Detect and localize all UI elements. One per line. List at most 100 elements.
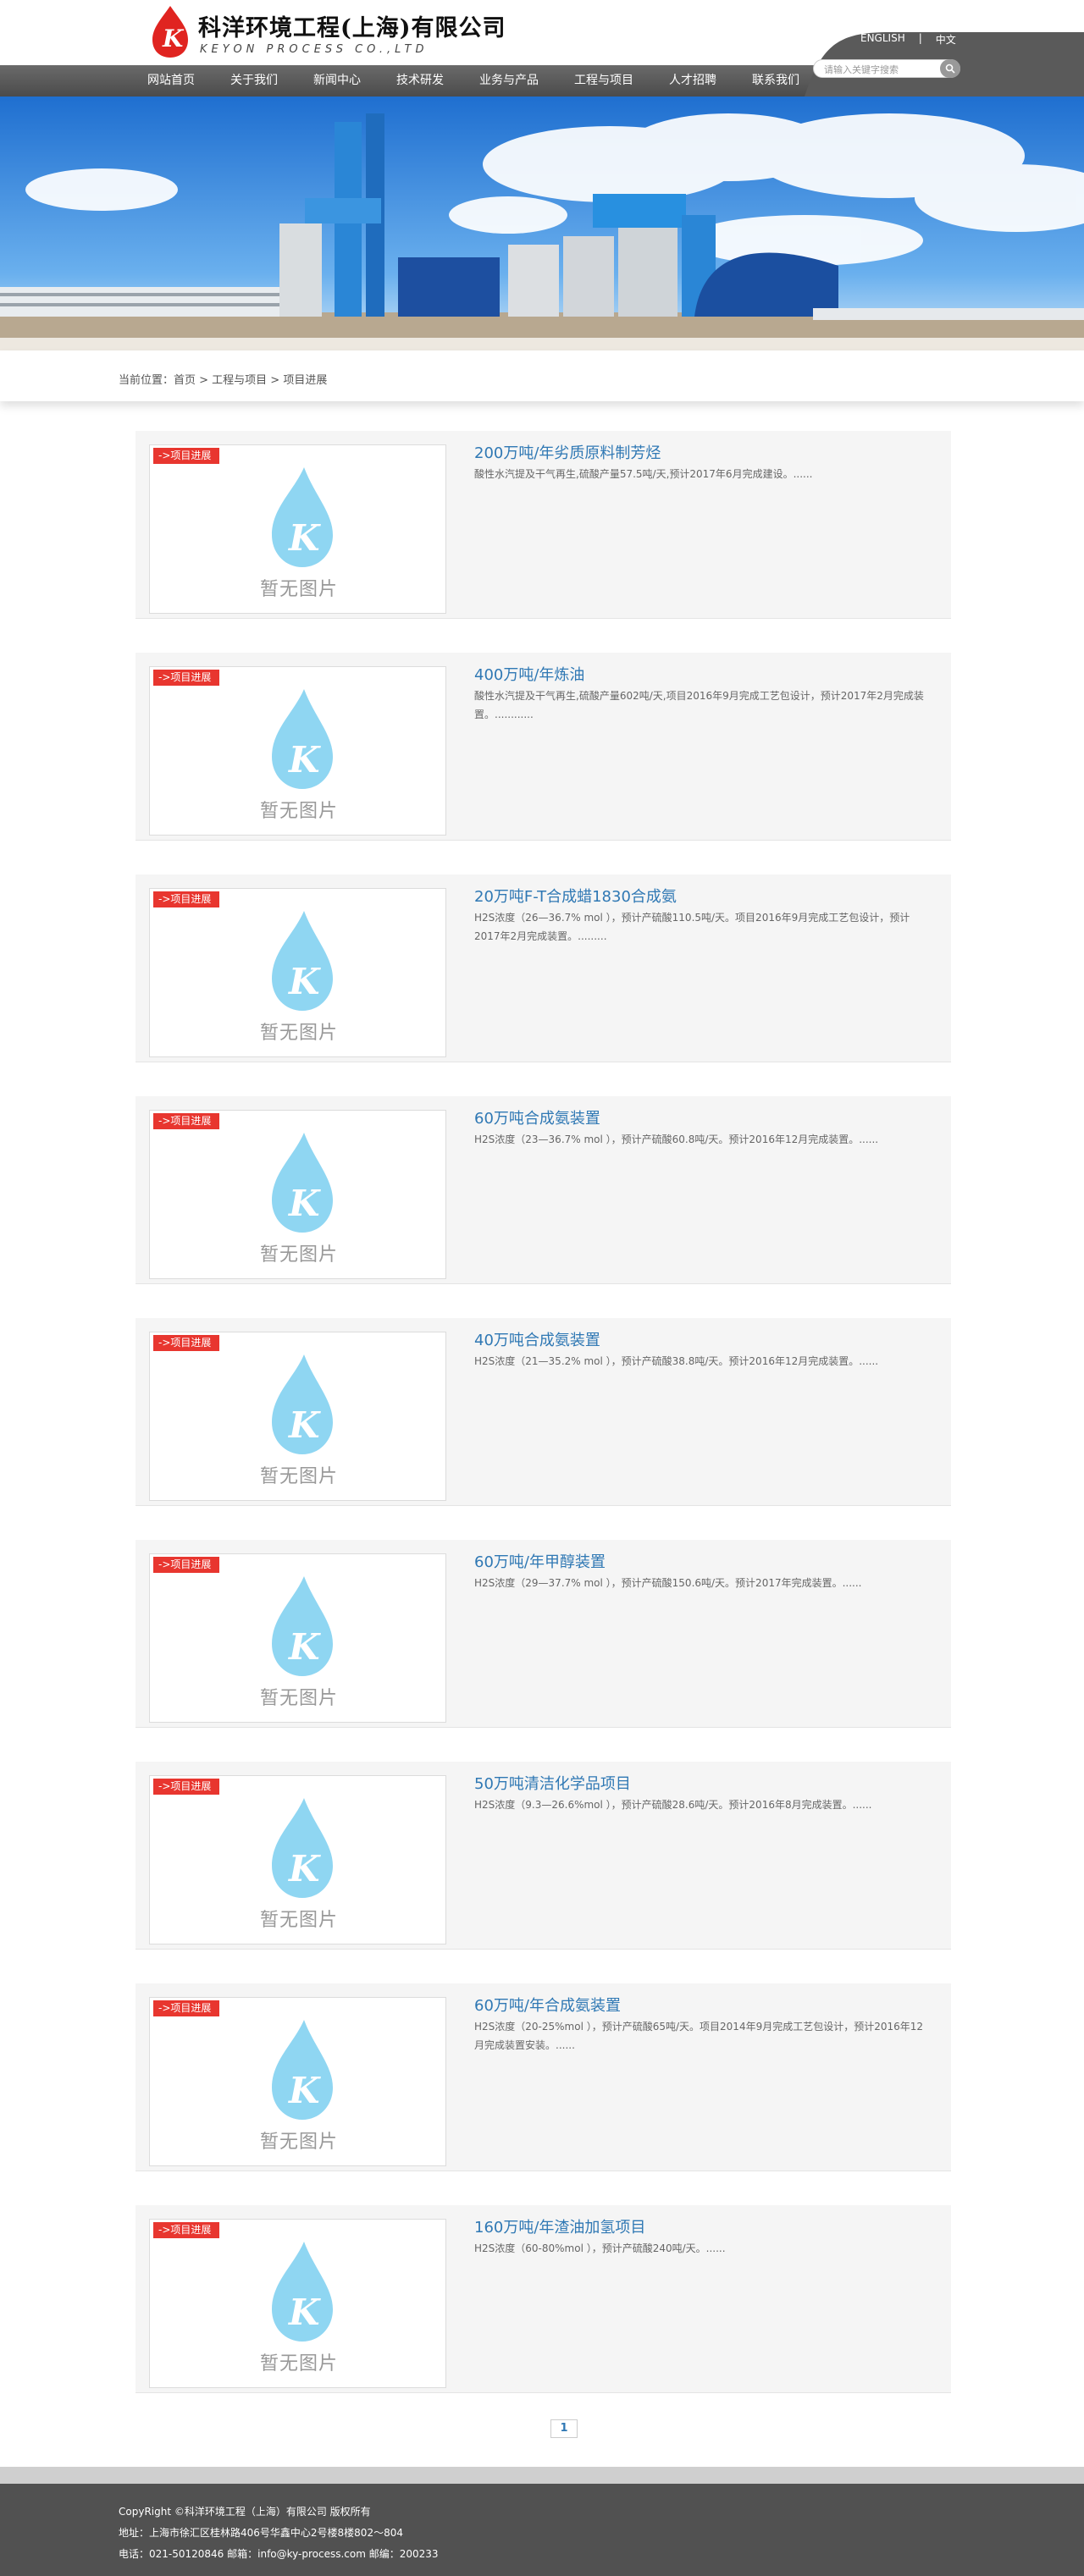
project-description: H2S浓度（21—35.2% mol ），预计产硫酸38.8吨/天。预计2016… xyxy=(474,1355,879,1367)
list-item: ->项目进展 K 暂无图片 400万吨/年炼油 酸性水汽提及干气再生,硫酸产量6… xyxy=(136,653,951,841)
no-image-placeholder: K 暂无图片 xyxy=(255,1353,343,1488)
project-thumbnail[interactable]: ->项目进展 K 暂无图片 xyxy=(149,1553,446,1723)
no-image-text: 暂无图片 xyxy=(259,2132,338,2153)
list-item: ->项目进展 K 暂无图片 50万吨清洁化学品项目 H2S浓度（9.3—26.6… xyxy=(136,1762,951,1950)
project-list: ->项目进展 K 暂无图片 200万吨/年劣质原料制芳烃 酸性水汽提及干气再生,… xyxy=(136,431,951,2427)
search-icon xyxy=(945,63,955,74)
project-title[interactable]: 160万吨/年渣油加氢项目 xyxy=(474,2215,645,2237)
drop-k-icon: K xyxy=(272,911,333,1011)
project-tag: ->项目进展 xyxy=(153,1557,220,1573)
drop-k-icon: K xyxy=(272,1798,333,1898)
company-name-cn: 科洋环境工程(上海)有限公司 xyxy=(198,15,506,41)
banner-image xyxy=(0,97,1084,350)
svg-text:K: K xyxy=(288,1626,321,1668)
nav-item-projects[interactable]: 工程与项目 xyxy=(562,65,645,97)
list-item: ->项目进展 K 暂无图片 160万吨/年渣油加氢项目 H2S浓度（60-80%… xyxy=(136,2205,951,2393)
no-image-placeholder: K 暂无图片 xyxy=(255,909,343,1045)
project-thumbnail[interactable]: ->项目进展 K 暂无图片 xyxy=(149,444,446,614)
project-tag: ->项目进展 xyxy=(153,1113,220,1129)
project-thumbnail[interactable]: ->项目进展 K 暂无图片 xyxy=(149,1110,446,1279)
project-title[interactable]: 60万吨/年甲醇装置 xyxy=(474,1550,606,1572)
project-thumbnail[interactable]: ->项目进展 K 暂无图片 xyxy=(149,1775,446,1944)
main-nav: 网站首页 关于我们 新闻中心 技术研发 业务与产品 工程与项目 人才招聘 联系我… xyxy=(136,65,811,97)
nav-item-contact[interactable]: 联系我们 xyxy=(740,65,811,97)
list-item: ->项目进展 K 暂无图片 60万吨合成氨装置 H2S浓度（23—36.7% m… xyxy=(136,1096,951,1284)
list-item: ->项目进展 K 暂无图片 60万吨/年合成氨装置 H2S浓度（20-25%mo… xyxy=(136,1983,951,2171)
project-tag: ->项目进展 xyxy=(153,2222,220,2238)
project-tag: ->项目进展 xyxy=(153,1335,220,1351)
project-tag: ->项目进展 xyxy=(153,670,220,686)
project-description: H2S浓度（60-80%mol ），预计产硫酸240吨/天。...... xyxy=(474,2242,726,2254)
project-title[interactable]: 60万吨合成氨装置 xyxy=(474,1106,600,1128)
list-item: ->项目进展 K 暂无图片 60万吨/年甲醇装置 H2S浓度（29—37.7% … xyxy=(136,1540,951,1728)
list-item: ->项目进展 K 暂无图片 40万吨合成氨装置 H2S浓度（21—35.2% m… xyxy=(136,1318,951,1506)
project-description: 酸性水汽提及干气再生,硫酸产量57.5吨/天,预计2017年6月完成建设。...… xyxy=(474,468,813,480)
drop-k-icon: K xyxy=(272,1133,333,1233)
list-item: ->项目进展 K 暂无图片 200万吨/年劣质原料制芳烃 酸性水汽提及干气再生,… xyxy=(136,431,951,619)
project-title[interactable]: 20万吨F-T合成蜡1830合成氨 xyxy=(474,885,677,907)
svg-text:K: K xyxy=(288,2070,321,2111)
project-description: H2S浓度（26—36.7% mol ），预计产硫酸110.5吨/天。项目201… xyxy=(474,912,910,942)
no-image-text: 暂无图片 xyxy=(259,1244,338,1266)
project-tag: ->项目进展 xyxy=(153,891,220,907)
project-title[interactable]: 60万吨/年合成氨装置 xyxy=(474,1994,621,2016)
svg-text:K: K xyxy=(288,739,321,781)
footer-copyright: CopyRight ©科洋环境工程（上海）有限公司 版权所有 xyxy=(119,2506,371,2518)
project-tag: ->项目进展 xyxy=(153,1779,220,1795)
project-thumbnail[interactable]: ->项目进展 K 暂无图片 xyxy=(149,1997,446,2166)
nav-item-rnd[interactable]: 技术研发 xyxy=(384,65,456,97)
drop-k-icon: K xyxy=(272,2020,333,2120)
project-title[interactable]: 400万吨/年炼油 xyxy=(474,663,584,685)
no-image-placeholder: K 暂无图片 xyxy=(255,687,343,823)
lang-separator: | xyxy=(918,32,922,44)
logo-flame-icon: K xyxy=(152,6,188,58)
project-thumbnail[interactable]: ->项目进展 K 暂无图片 xyxy=(149,888,446,1057)
no-image-placeholder: K 暂无图片 xyxy=(255,2018,343,2154)
no-image-placeholder: K 暂无图片 xyxy=(255,466,343,601)
site-logo[interactable]: K 科洋环境工程(上海)有限公司 KEYON PROCESS CO.,LTD xyxy=(151,4,523,60)
footer-address: 地址：上海市徐汇区桂林路406号华鑫中心2号楼8楼802～804 xyxy=(119,2527,403,2539)
lang-chinese-link[interactable]: 中文 xyxy=(936,32,956,47)
no-image-text: 暂无图片 xyxy=(259,801,338,822)
search-input[interactable]: 请输入关键字搜索 xyxy=(813,59,960,78)
project-description: H2S浓度（23—36.7% mol ），预计产硫酸60.8吨/天。预计2016… xyxy=(474,1134,879,1145)
project-title[interactable]: 40万吨合成氨装置 xyxy=(474,1328,600,1350)
nav-item-about[interactable]: 关于我们 xyxy=(218,65,290,97)
search-button[interactable] xyxy=(940,59,960,78)
project-description: H2S浓度（20-25%mol ），预计产硫酸65吨/天。项目2014年9月完成… xyxy=(474,2021,924,2051)
project-title[interactable]: 50万吨清洁化学品项目 xyxy=(474,1772,631,1794)
footer-contact: 电话：021-50120846 邮箱：info@ky-process.com 邮… xyxy=(119,2548,439,2560)
svg-text:K: K xyxy=(288,1404,321,1446)
drop-k-icon: K xyxy=(272,467,333,567)
project-thumbnail[interactable]: ->项目进展 K 暂无图片 xyxy=(149,666,446,836)
no-image-text: 暂无图片 xyxy=(259,1688,338,1709)
no-image-text: 暂无图片 xyxy=(259,579,338,600)
drop-k-icon: K xyxy=(272,1576,333,1676)
no-image-placeholder: K 暂无图片 xyxy=(255,1575,343,1710)
nav-item-news[interactable]: 新闻中心 xyxy=(301,65,373,97)
footer-stripe xyxy=(0,2467,1084,2484)
nav-item-home[interactable]: 网站首页 xyxy=(136,65,207,97)
footer-info: CopyRight ©科洋环境工程（上海）有限公司 版权所有 地址：上海市徐汇区… xyxy=(119,2502,439,2565)
project-thumbnail[interactable]: ->项目进展 K 暂无图片 xyxy=(149,2219,446,2388)
project-description: 酸性水汽提及干气再生,硫酸产量602吨/天,项目2016年9月完成工艺包设计，预… xyxy=(474,690,924,720)
no-image-placeholder: K 暂无图片 xyxy=(255,1796,343,1932)
language-switch: ENGLISH | 中文 xyxy=(860,32,956,47)
no-image-text: 暂无图片 xyxy=(259,1023,338,1044)
svg-text:K: K xyxy=(288,961,321,1002)
nav-item-careers[interactable]: 人才招聘 xyxy=(657,65,728,97)
project-title[interactable]: 200万吨/年劣质原料制芳烃 xyxy=(474,441,661,463)
drop-k-icon: K xyxy=(272,2242,333,2342)
project-thumbnail[interactable]: ->项目进展 K 暂无图片 xyxy=(149,1332,446,1501)
nav-item-business[interactable]: 业务与产品 xyxy=(467,65,550,97)
drop-k-icon: K xyxy=(272,1354,333,1454)
pagination-page-1[interactable]: 1 xyxy=(550,2419,578,2438)
no-image-text: 暂无图片 xyxy=(259,1910,338,1931)
logo-letter: K xyxy=(162,25,185,52)
no-image-text: 暂无图片 xyxy=(259,2353,338,2375)
lang-english-link[interactable]: ENGLISH xyxy=(860,32,905,47)
project-description: H2S浓度（29—37.7% mol ），预计产硫酸150.6吨/天。预计201… xyxy=(474,1577,862,1589)
svg-text:K: K xyxy=(288,517,321,559)
breadcrumb: 当前位置：首页 > 工程与项目 > 项目进展 xyxy=(119,374,328,387)
svg-text:K: K xyxy=(288,2292,321,2333)
